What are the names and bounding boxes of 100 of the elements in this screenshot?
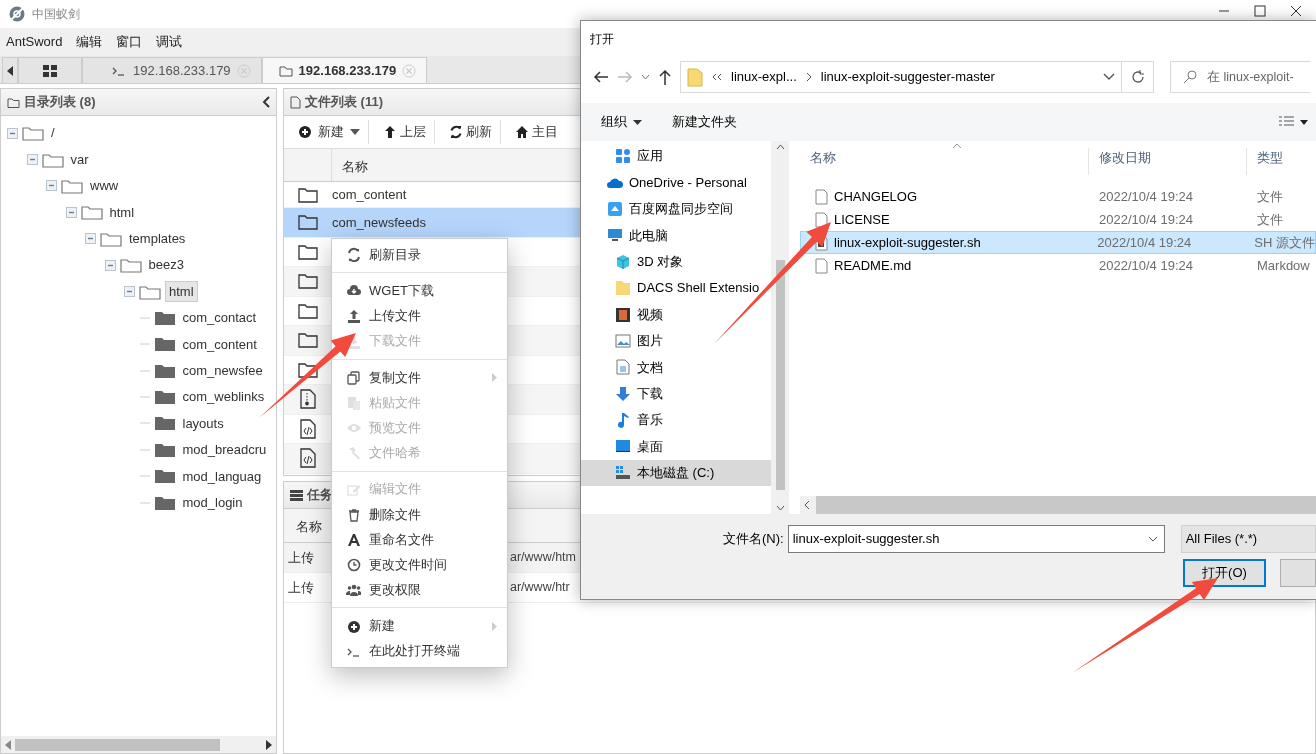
nav-item[interactable]: 视频 xyxy=(581,301,771,328)
collapse-node-icon[interactable] xyxy=(65,206,77,218)
desktop-icon xyxy=(615,438,631,455)
collapse-node-icon[interactable] xyxy=(7,127,18,139)
nav-item[interactable]: 下载 xyxy=(581,380,771,407)
collapse-icon[interactable] xyxy=(262,96,270,108)
new-folder-button[interactable]: 新建文件夹 xyxy=(672,112,737,132)
scrollbar-thumb[interactable] xyxy=(15,738,220,751)
collapse-node-icon[interactable] xyxy=(26,154,38,166)
tab[interactable] xyxy=(18,57,82,83)
tree-item[interactable]: html xyxy=(165,280,198,303)
open-button[interactable]: 打开(O) xyxy=(1183,559,1266,587)
menu-item[interactable]: 重命名文件 xyxy=(332,526,507,553)
toolbar-button[interactable]: 刷新 xyxy=(441,120,501,144)
nav-item[interactable]: 此电脑 xyxy=(581,222,771,249)
search-field[interactable]: 在 linux-exploit- xyxy=(1170,61,1310,93)
dropdown-icon[interactable] xyxy=(641,74,650,80)
plus-circle-icon xyxy=(346,618,361,634)
tree-item[interactable]: / xyxy=(48,123,58,143)
toolbar-button[interactable]: 新建 xyxy=(290,120,369,144)
scroll-right-icon[interactable] xyxy=(266,739,272,750)
menu-item[interactable]: 编辑 xyxy=(76,32,103,52)
nav-item[interactable]: 百度网盘同步空间 xyxy=(581,195,771,223)
scrollbar-thumb[interactable] xyxy=(775,260,785,490)
organize-menu[interactable]: 组织 xyxy=(601,112,642,132)
filename-field[interactable]: linux-exploit-suggester.sh xyxy=(787,525,1165,553)
file-type-select[interactable]: All Files (*.*) xyxy=(1180,525,1316,553)
column-header[interactable]: 修改日期 xyxy=(1087,147,1247,175)
menu-item[interactable]: 更改权限 xyxy=(332,577,507,603)
nav-item[interactable]: 图片 xyxy=(581,327,771,355)
refresh-button[interactable] xyxy=(1122,61,1154,93)
tree-item[interactable]: mod_login xyxy=(179,492,246,513)
breadcrumb-item[interactable]: linux-expl... xyxy=(731,67,797,87)
column-header[interactable]: 类型 xyxy=(1246,147,1316,175)
folder-icon xyxy=(298,186,318,203)
toolbar-button[interactable]: 上层 xyxy=(375,120,435,144)
breadcrumb-item[interactable]: linux-exploit-suggester-master xyxy=(820,67,995,87)
tree-item[interactable]: com_newsfee xyxy=(179,360,266,381)
menu-item[interactable]: WGET下载 xyxy=(332,278,507,304)
scroll-up-icon[interactable] xyxy=(775,144,785,150)
menu-item[interactable]: 复制文件 xyxy=(332,364,507,390)
tree-item[interactable]: templates xyxy=(126,229,189,249)
dropdown-icon[interactable] xyxy=(1103,73,1115,81)
scrollbar-thumb[interactable] xyxy=(816,496,1316,514)
plus-circle-icon xyxy=(298,125,312,139)
tree-item[interactable]: html xyxy=(106,202,138,223)
tree-item[interactable]: layouts xyxy=(179,413,227,434)
view-options-icon[interactable] xyxy=(1278,116,1308,128)
file-row[interactable]: CHANGELOG 2022/10/4 19:24 文件 xyxy=(800,185,1316,208)
tree-item[interactable]: mod_breadcru xyxy=(179,440,270,460)
menu-item[interactable]: 新建 xyxy=(332,613,507,639)
tree-item[interactable]: com_contact xyxy=(179,308,260,328)
tree-item[interactable]: www xyxy=(87,176,122,196)
menu-item[interactable]: 刷新目录 xyxy=(332,242,507,268)
refresh-icon xyxy=(449,125,463,139)
scroll-left-icon[interactable] xyxy=(5,739,11,750)
menu-item[interactable]: 上传文件 xyxy=(332,303,507,329)
nav-item[interactable]: DACS Shell Extensio xyxy=(581,274,771,302)
menu-item[interactable]: 窗口 xyxy=(116,32,143,52)
maximize-icon[interactable] xyxy=(1254,5,1266,17)
menu-item[interactable]: 调试 xyxy=(156,32,183,52)
up-arrow-icon[interactable] xyxy=(658,69,672,85)
code-file-icon xyxy=(300,418,316,439)
file-row[interactable]: LICENSE 2022/10/4 19:24 文件 xyxy=(800,208,1316,231)
tree-item[interactable]: com_weblinks xyxy=(179,387,268,407)
address-bar[interactable]: linux-expl... linux-exploit-suggester-master xyxy=(680,61,1122,93)
column-header[interactable]: 名称 xyxy=(284,509,332,542)
tree-item[interactable]: com_content xyxy=(179,334,260,355)
menu-item[interactable]: 删除文件 xyxy=(332,501,507,527)
collapse-node-icon[interactable] xyxy=(124,286,135,298)
grid-icon xyxy=(43,64,57,77)
tab[interactable]: 192.168.233.179 xyxy=(261,57,428,83)
tree-item[interactable]: beez3 xyxy=(145,255,187,275)
nav-item[interactable]: 桌面 xyxy=(581,433,771,460)
menu-item[interactable]: AntSword xyxy=(6,32,63,52)
nav-item[interactable]: 3D 对象 xyxy=(581,248,771,275)
collapse-node-icon[interactable] xyxy=(46,180,57,192)
nav-item[interactable]: 应用 xyxy=(581,143,771,170)
collapse-node-icon[interactable] xyxy=(104,259,116,271)
nav-item[interactable]: 音乐 xyxy=(581,406,771,434)
nav-item[interactable]: OneDrive - Personal xyxy=(581,169,771,196)
nav-item[interactable]: 本地磁盘 (C:) xyxy=(581,459,771,487)
zip-file-icon xyxy=(300,389,316,410)
menu-item[interactable]: 在此处打开终端 xyxy=(332,638,507,664)
tab[interactable]: 192.168.233.179 xyxy=(82,57,262,83)
collapse-node-icon[interactable] xyxy=(85,233,96,245)
toolbar-button[interactable]: 主目 xyxy=(507,120,566,144)
scroll-left-icon[interactable] xyxy=(804,500,810,510)
column-header[interactable]: 名称 xyxy=(800,147,1088,175)
file-row[interactable]: README.md 2022/10/4 19:24 Markdow xyxy=(800,254,1316,277)
back-icon[interactable] xyxy=(593,70,609,84)
tree-item[interactable]: mod_languag xyxy=(179,466,265,486)
scroll-down-icon[interactable] xyxy=(775,505,785,511)
file-row[interactable]: linux-exploit-suggester.sh 2022/10/4 19:24 SH 源文件 xyxy=(800,231,1316,254)
menu-item[interactable]: 更改文件时间 xyxy=(332,552,507,578)
tab-scroll-left[interactable] xyxy=(2,57,18,83)
close-icon[interactable] xyxy=(1290,5,1302,17)
tree-item[interactable]: var xyxy=(67,149,92,170)
column-header[interactable]: 名称 xyxy=(332,149,378,181)
nav-item[interactable]: 文档 xyxy=(581,354,771,381)
